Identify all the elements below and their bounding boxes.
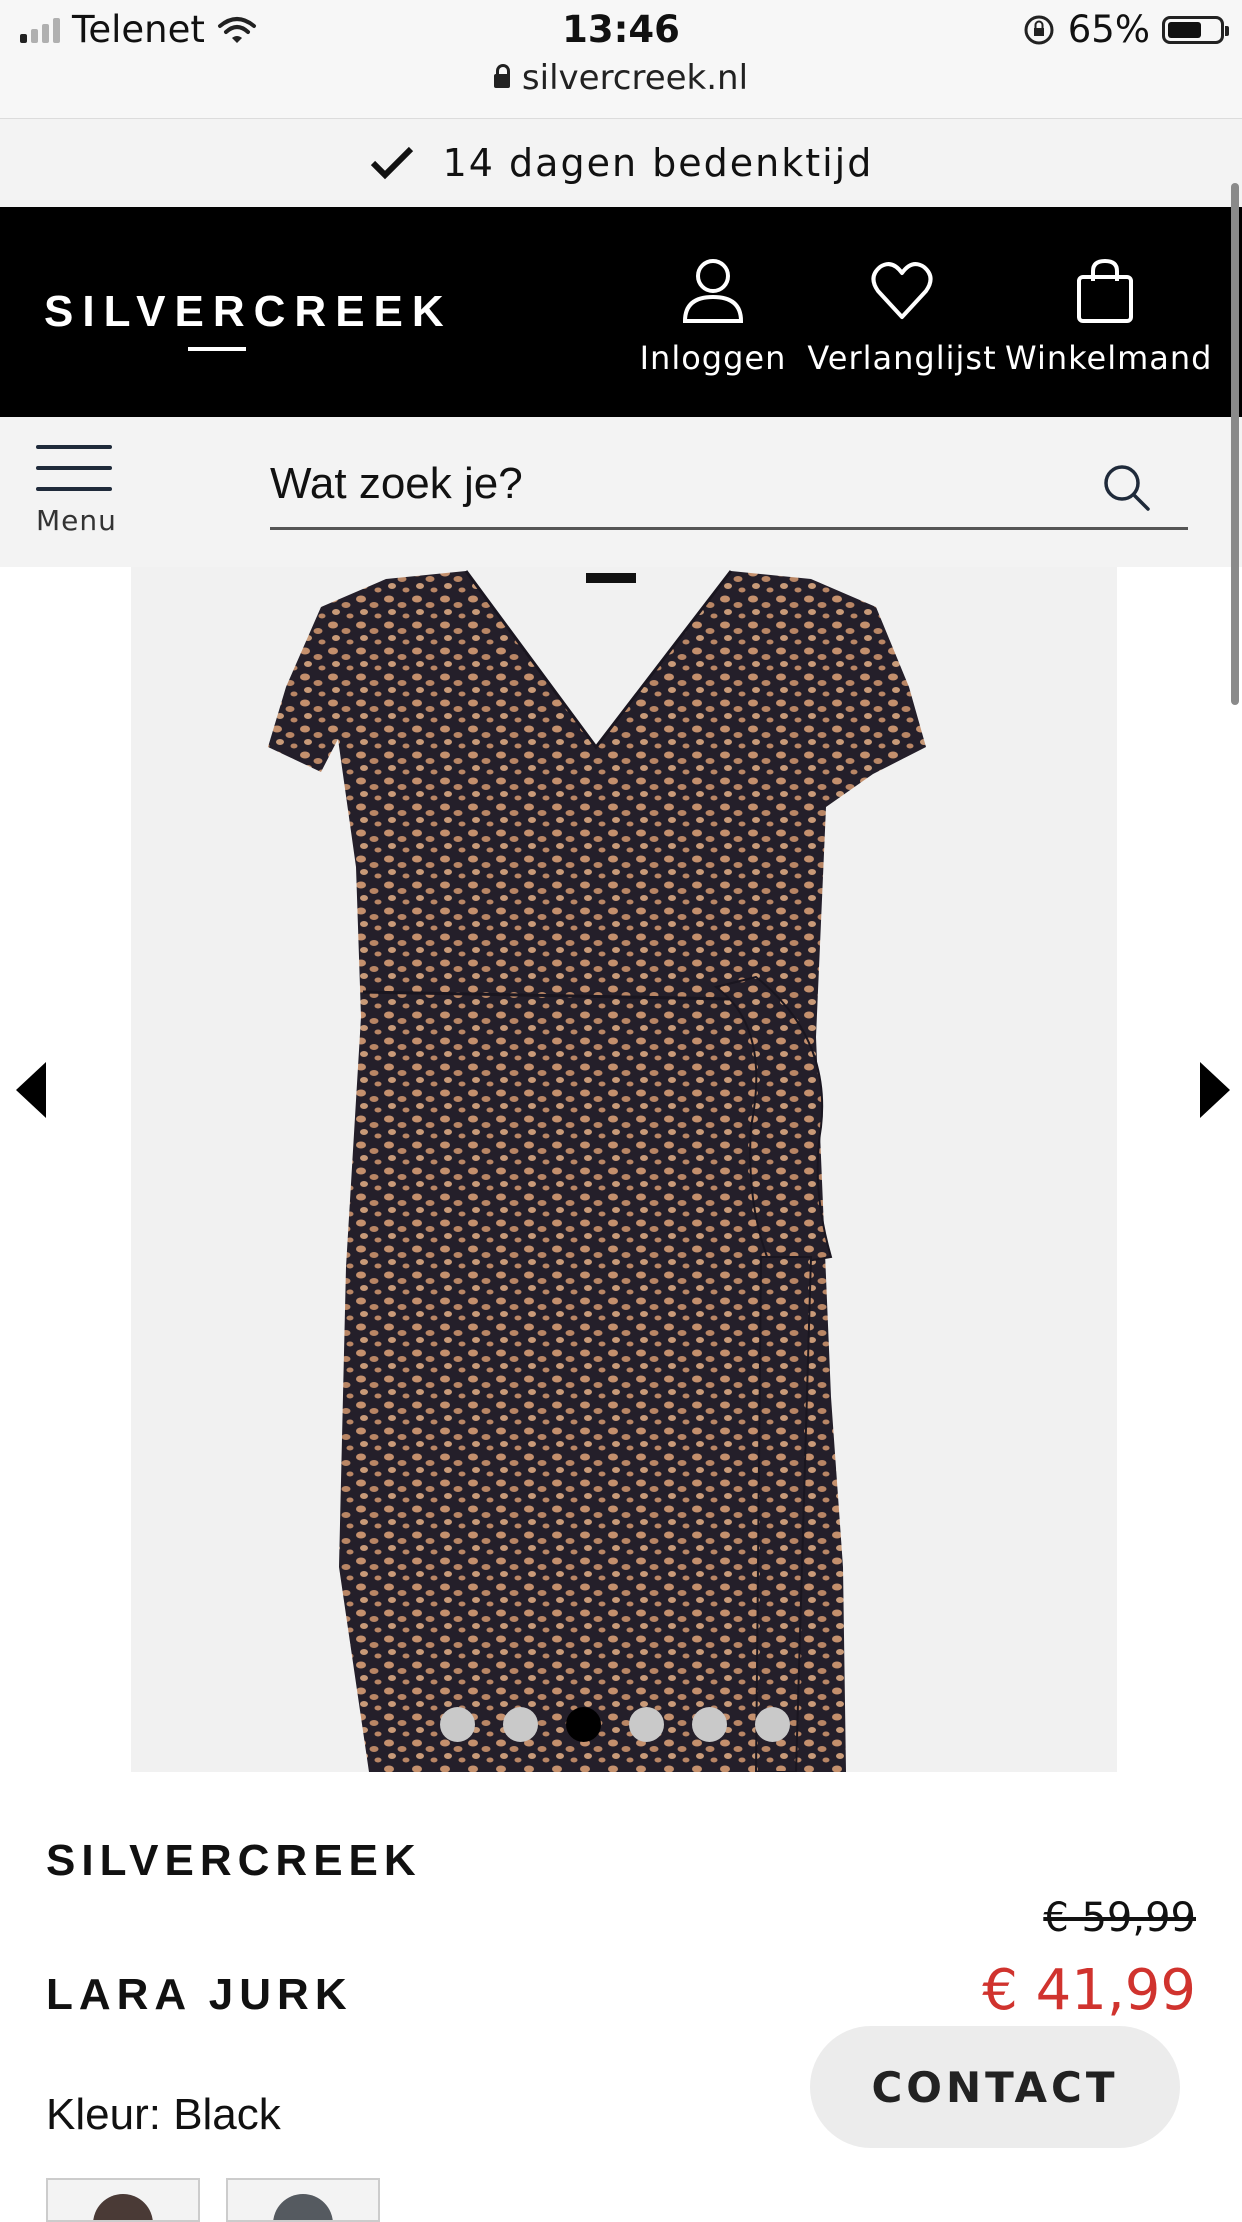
checkmark-icon — [370, 146, 413, 180]
user-icon — [682, 259, 744, 323]
product-name: LARA JURK — [46, 1970, 353, 2019]
lock-icon — [493, 64, 510, 88]
color-swatch-black[interactable] — [46, 2178, 200, 2222]
color-value: Black — [173, 2090, 281, 2139]
carousel-dot[interactable] — [755, 1707, 790, 1742]
product-gallery — [0, 567, 1242, 1772]
product-brand[interactable]: SILVERCREEK — [46, 1836, 422, 1886]
wishlist-button[interactable]: Verlanglijst — [802, 257, 1002, 377]
cart-label: Winkelmand — [1005, 339, 1213, 377]
next-image-arrow[interactable] — [1198, 1062, 1232, 1118]
heart-icon — [871, 262, 933, 319]
login-label: Inloggen — [639, 339, 787, 377]
dress-image — [268, 570, 926, 1772]
menu-label: Menu — [36, 504, 117, 537]
login-button[interactable]: Inloggen — [613, 257, 813, 377]
search-placeholder: Wat zoek je? — [270, 459, 523, 508]
hamburger-icon — [36, 445, 112, 491]
page-scrollbar[interactable] — [1231, 183, 1239, 705]
promo-banner: 14 dagen bedenktijd — [0, 119, 1242, 207]
previous-image-arrow[interactable] — [14, 1062, 48, 1118]
color-label: Kleur: — [46, 2090, 161, 2139]
color-selection: Kleur: Black — [46, 2090, 281, 2140]
carousel-dot[interactable] — [629, 1707, 664, 1742]
site-header: SILVERCREEK Inloggen Verlanglijst Winkel… — [0, 207, 1242, 417]
contact-button[interactable]: CONTACT — [810, 2026, 1180, 2148]
orientation-lock-icon — [1024, 15, 1054, 44]
carousel-dot[interactable] — [440, 1707, 475, 1742]
carousel-dot[interactable] — [566, 1707, 601, 1742]
battery-icon — [1162, 15, 1229, 44]
search-row: Menu Wat zoek je? — [0, 417, 1242, 567]
battery-fill — [1168, 21, 1201, 38]
status-right: 65% — [1022, 8, 1229, 51]
original-price: € 59,99 — [1043, 1895, 1196, 1941]
color-swatch-alt[interactable] — [226, 2178, 380, 2222]
promo-text: 14 dagen bedenktijd — [442, 141, 874, 185]
wishlist-label: Verlanglijst — [807, 339, 997, 377]
search-input[interactable]: Wat zoek je? — [270, 449, 1188, 530]
menu-button[interactable]: Menu — [36, 445, 117, 537]
logo-underline — [188, 347, 246, 351]
carousel-dots — [440, 1707, 790, 1742]
cart-button[interactable]: Winkelmand — [1005, 257, 1211, 377]
shopping-bag-icon — [1077, 258, 1133, 323]
address-bar[interactable]: silvercreek.nl — [0, 58, 1242, 98]
battery-percent: 65% — [1067, 8, 1150, 51]
status-bar: Telenet 13:46 65% silvercreek.nl — [0, 0, 1242, 119]
product-photo[interactable] — [131, 567, 1117, 1772]
site-logo[interactable]: SILVERCREEK — [44, 287, 453, 337]
carousel-dot[interactable] — [692, 1707, 727, 1742]
search-icon[interactable] — [1102, 463, 1152, 513]
carousel-dot[interactable] — [503, 1707, 538, 1742]
sale-price: € 41,99 — [982, 1958, 1196, 2023]
url-text: silvercreek.nl — [521, 58, 749, 98]
